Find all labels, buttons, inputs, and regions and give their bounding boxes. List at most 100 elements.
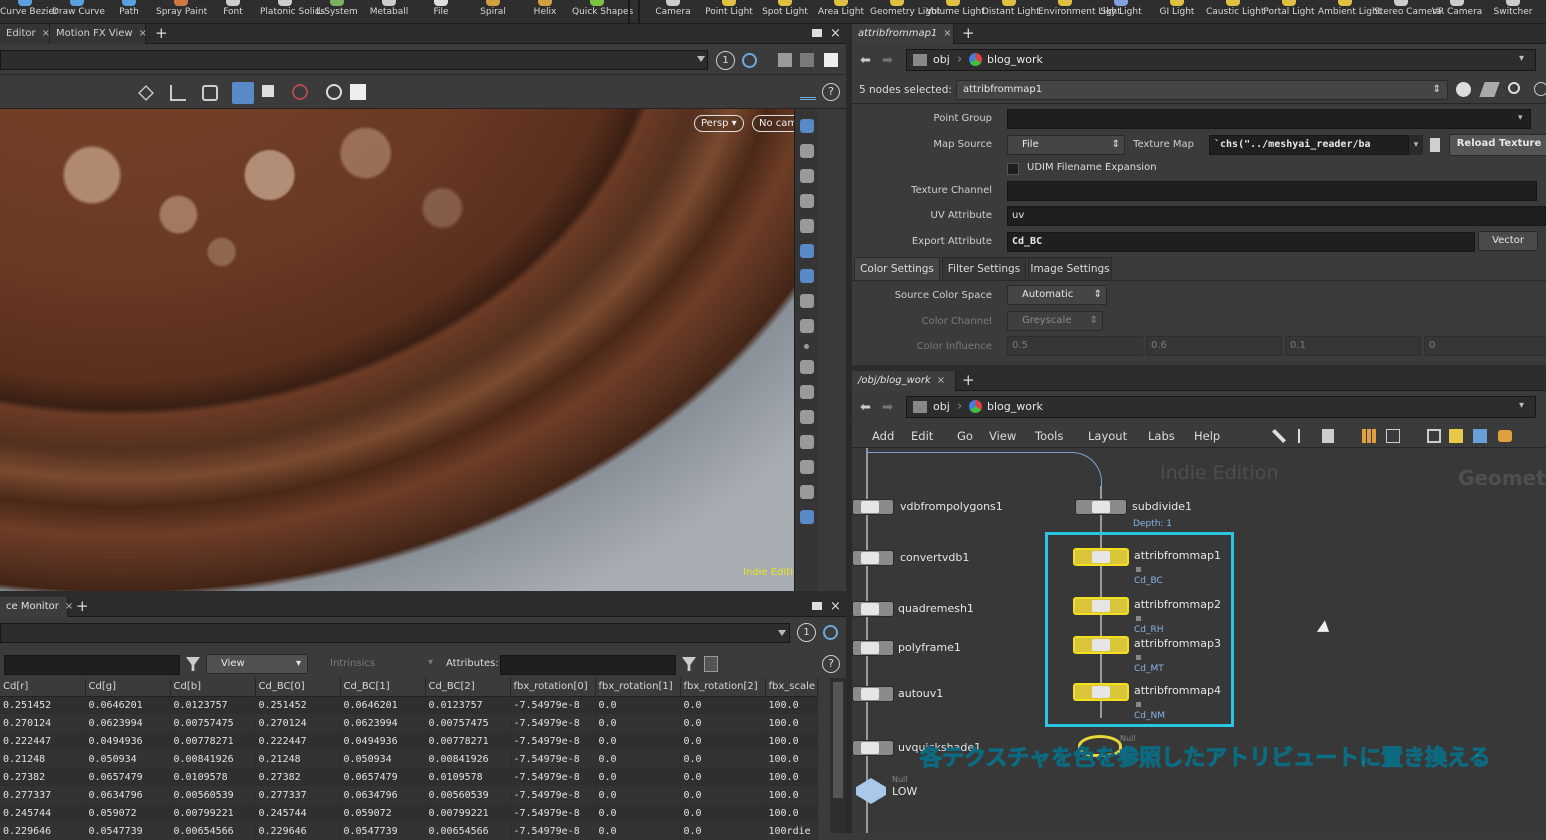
menu-edit[interactable]: Edit: [911, 424, 933, 448]
filter-icon[interactable]: [186, 657, 200, 671]
texture-channel-field[interactable]: [1007, 181, 1537, 201]
shelf-tool-ambient-light[interactable]: Ambient Light: [1318, 0, 1381, 24]
add-tab-icon[interactable]: +: [962, 371, 975, 391]
selected-node-dropdown[interactable]: attribfrommap1 ⇕: [956, 80, 1448, 100]
search-icon[interactable]: [1508, 82, 1520, 94]
light-icon[interactable]: [799, 244, 814, 258]
shelf-tool-helix[interactable]: Helix: [520, 0, 570, 24]
list-icon[interactable]: [1322, 429, 1334, 443]
select-tool-icon[interactable]: [138, 85, 154, 101]
export-attribute-field[interactable]: Cd_BC: [1007, 232, 1475, 252]
shelf-tool-caustic-light[interactable]: Caustic Light: [1206, 0, 1265, 24]
shelf-tool-distant-light[interactable]: Distant Light: [982, 0, 1040, 24]
back-arrow-icon[interactable]: ⬅: [860, 53, 871, 68]
tree-icon[interactable]: [1298, 429, 1310, 443]
menu-labs[interactable]: Labs: [1148, 424, 1175, 448]
snap-grid-icon[interactable]: [232, 82, 254, 104]
color-influence-field[interactable]: 0: [1424, 336, 1546, 356]
gear-icon[interactable]: [350, 84, 366, 100]
menu-help[interactable]: Help: [1194, 424, 1220, 448]
udim-checkbox[interactable]: [1007, 163, 1019, 175]
viewport-number-icon[interactable]: 1: [797, 623, 816, 642]
viewport-tool-icon[interactable]: [799, 435, 814, 449]
menu-tools[interactable]: Tools: [1035, 424, 1063, 448]
cube-icon[interactable]: [778, 53, 792, 67]
tab-image-settings[interactable]: Image Settings: [1028, 257, 1112, 280]
brush-icon[interactable]: [799, 385, 814, 399]
file-chooser-icon[interactable]: [1430, 138, 1440, 152]
spreadsheet-scrollbar[interactable]: [830, 678, 846, 833]
3d-viewport[interactable]: Persp ▾ No cam ▾ Indie Edition: [0, 109, 818, 591]
chevron-down-icon[interactable]: ▾: [1519, 50, 1524, 68]
scrollbar-thumb[interactable]: [833, 682, 843, 798]
network-box-icon[interactable]: [1427, 429, 1441, 443]
shelf-tool-portal-light[interactable]: Portal Light: [1262, 0, 1316, 24]
viewport-tool-icon[interactable]: [799, 119, 814, 133]
visibility-icon[interactable]: [326, 84, 342, 100]
chevron-down-icon[interactable]: ▾: [1409, 135, 1423, 155]
network-path-field[interactable]: obj › blog_work ▾: [906, 396, 1536, 418]
back-arrow-icon[interactable]: ⬅: [860, 400, 871, 415]
view-dropdown[interactable]: View ▾: [206, 654, 308, 674]
shelf-tool-platonic-solids[interactable]: Platonic Solids: [260, 0, 325, 24]
null-node-icon[interactable]: [856, 778, 886, 804]
chevron-down-icon[interactable]: [697, 56, 705, 62]
shelf-tool-metaball[interactable]: Metaball: [364, 0, 414, 24]
color-influence-field[interactable]: 0.5: [1007, 336, 1143, 356]
column-header[interactable]: Cd_BC[1]: [340, 678, 426, 697]
viewport-number-icon[interactable]: 1: [716, 51, 735, 70]
close-icon[interactable]: ×: [937, 375, 945, 386]
brush-icon[interactable]: [799, 360, 814, 374]
viewport-tool-icon[interactable]: [799, 460, 814, 474]
transform-tool-icon[interactable]: [170, 85, 186, 101]
network-editor[interactable]: Indie Edition Geomet vdbfrompolygons1 con…: [852, 448, 1546, 833]
menu-view[interactable]: View: [989, 424, 1016, 448]
source-color-space-dropdown[interactable]: Automatic ⇕: [1007, 285, 1107, 305]
close-icon[interactable]: ×: [139, 28, 147, 39]
shelf-tool-spiral[interactable]: Spiral: [468, 0, 518, 24]
shelf-tool-area-light[interactable]: Area Light: [814, 0, 868, 24]
filter-icon[interactable]: [682, 657, 696, 671]
table-row[interactable]: 0.229646 0.0547739 0.00654566 0.229646 0.054…: [0, 822, 818, 840]
menu-go[interactable]: Go: [957, 424, 973, 448]
node-vdbfrompolygons1[interactable]: [852, 499, 894, 515]
help-icon[interactable]: ?: [822, 655, 840, 673]
table-row[interactable]: 0.277337 0.0634796 0.00560539 0.277337 0.063…: [0, 786, 818, 804]
shelf-tool-geometry-light[interactable]: Geometry Light: [870, 0, 940, 24]
light-icon[interactable]: [799, 219, 814, 233]
uv-attribute-field[interactable]: uv: [1007, 206, 1546, 226]
table-row[interactable]: 0.21248 0.050934 0.00841926 0.21248 0.050934…: [0, 750, 818, 768]
table-row[interactable]: 0.270124 0.0623994 0.00757475 0.270124 0.062…: [0, 714, 818, 732]
shelf-tool-path[interactable]: Path: [104, 0, 154, 24]
group-filter-field[interactable]: [4, 655, 180, 675]
column-header[interactable]: fbx_rotation[1]: [595, 678, 681, 697]
chevron-down-icon[interactable]: ▾: [1518, 113, 1523, 123]
close-icon[interactable]: ×: [42, 28, 50, 39]
viewport-tool-icon[interactable]: [799, 319, 814, 333]
pane-menu-icon[interactable]: [812, 29, 822, 37]
column-header[interactable]: Cd_BC[2]: [425, 678, 511, 697]
shelf-tool-switcher[interactable]: Switcher: [1486, 0, 1540, 24]
gear-icon[interactable]: [1456, 82, 1471, 97]
viewport-tool-icon[interactable]: [799, 294, 814, 308]
handle-tool-icon[interactable]: [202, 85, 218, 101]
display-options-icon[interactable]: [800, 84, 816, 100]
shelf-tool-environment-light[interactable]: Environment Light: [1038, 0, 1121, 24]
shelf-tool-sky-light[interactable]: Sky Light: [1094, 0, 1148, 24]
shelf-tool-vr-camera[interactable]: VR Camera: [1430, 0, 1484, 24]
spreadsheet-path-field[interactable]: [0, 623, 790, 643]
intrinsics-dropdown[interactable]: Intrinsics: [330, 658, 375, 669]
node-autouv1[interactable]: [852, 686, 894, 702]
chevron-down-icon[interactable]: ▾: [428, 657, 433, 668]
tools-icon[interactable]: [1272, 429, 1286, 443]
close-pane-icon[interactable]: ×: [830, 26, 841, 41]
tab-color-settings[interactable]: Color Settings: [854, 257, 940, 280]
add-tab-icon[interactable]: +: [76, 597, 89, 617]
column-header[interactable]: Cd[g]: [85, 678, 171, 697]
layout-icon[interactable]: [1386, 429, 1400, 443]
vector-dropdown[interactable]: Vector: [1478, 231, 1538, 251]
path-obj[interactable]: obj: [933, 398, 950, 416]
tab-spreadsheet[interactable]: ce Monitor ×: [0, 597, 73, 617]
viewport-tool-icon[interactable]: [799, 485, 814, 499]
color-influence-field[interactable]: 0.1: [1285, 336, 1421, 356]
